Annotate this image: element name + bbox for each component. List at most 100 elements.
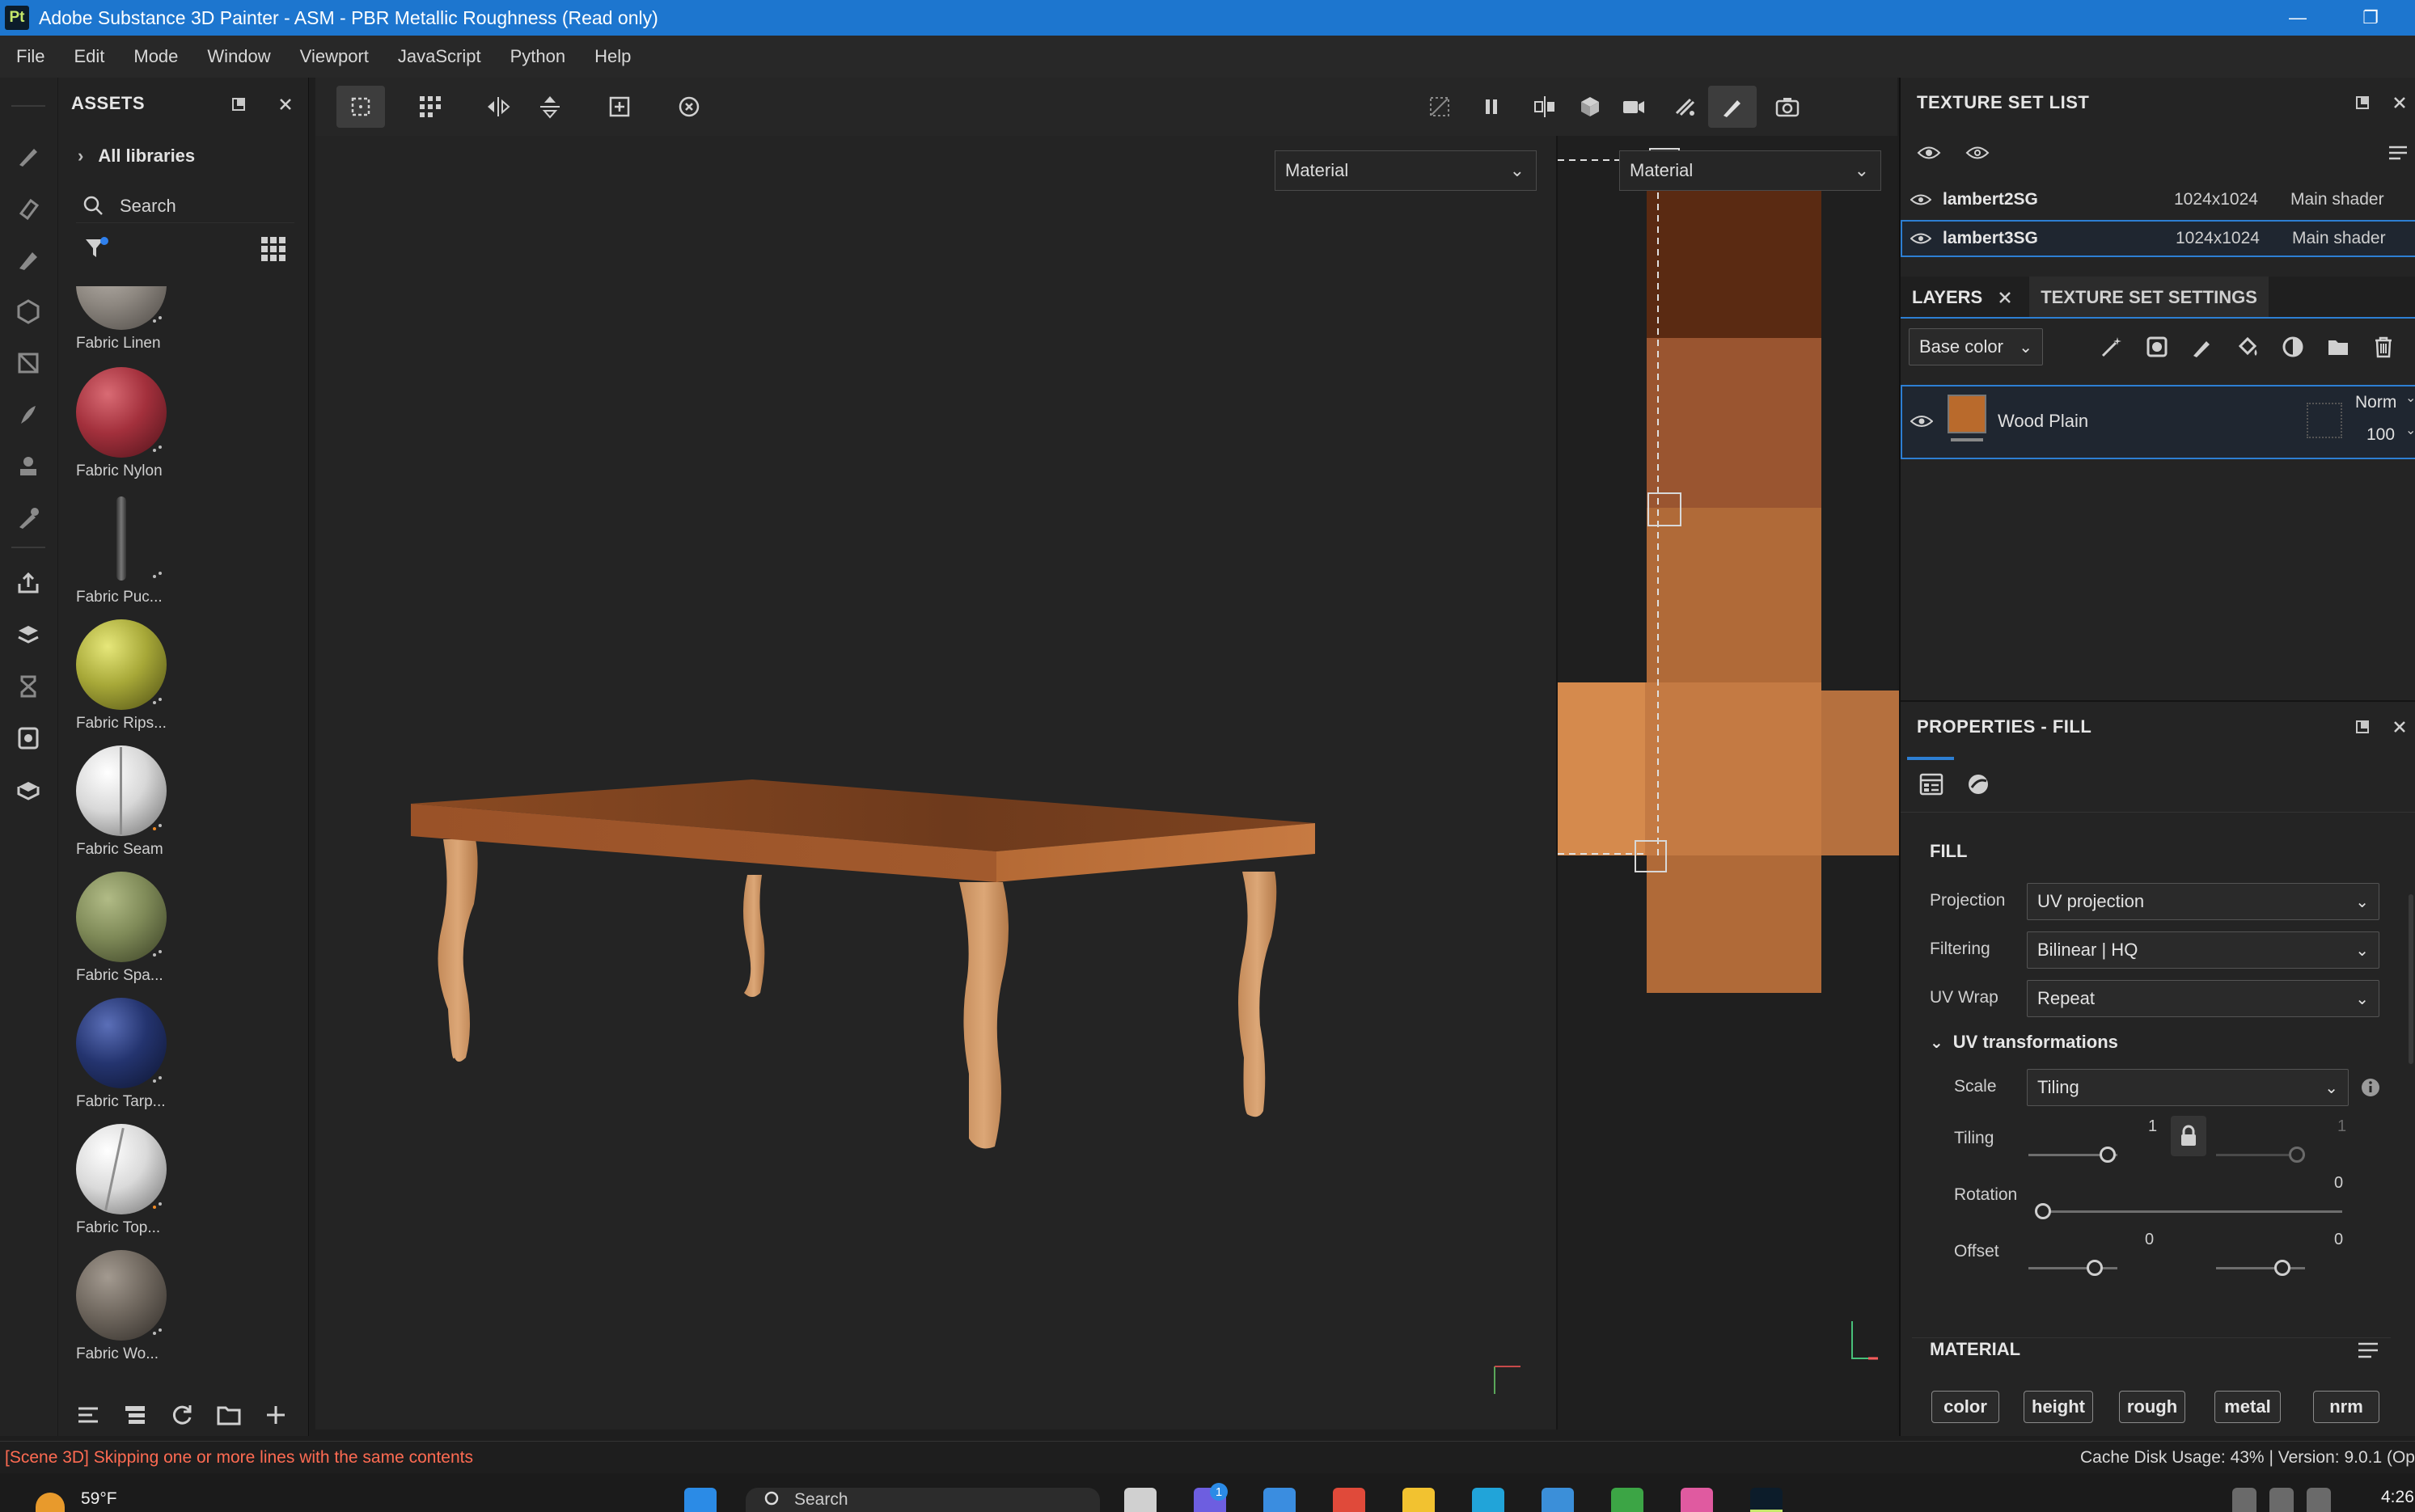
offset-slider-2[interactable]: [2216, 1267, 2305, 1269]
split-view-icon[interactable]: [1520, 86, 1569, 128]
offset-slider-2-thumb[interactable]: [2274, 1260, 2290, 1276]
clone-stamp-tool-icon[interactable]: [11, 450, 45, 484]
viewport-2d[interactable]: Material ⌄: [1556, 136, 1899, 1430]
undock-icon[interactable]: [2349, 89, 2376, 116]
eye-icon[interactable]: [1910, 193, 1931, 206]
close-icon[interactable]: [272, 91, 299, 118]
solo-view-icon[interactable]: [1964, 139, 1991, 167]
taskbar-search-box[interactable]: Search: [746, 1488, 1100, 1512]
geometry-fill-tool-icon[interactable]: [11, 294, 45, 328]
pause-icon[interactable]: [1467, 86, 1516, 128]
tab-texture-set-settings[interactable]: TEXTURE SET SETTINGS: [2029, 277, 2269, 319]
polygon-fill-tool-icon[interactable]: [11, 346, 45, 380]
info-icon[interactable]: [2360, 1077, 2381, 1098]
menu-window[interactable]: Window: [192, 46, 285, 67]
filtering-select[interactable]: Bilinear | HQ ⌄: [2027, 931, 2379, 969]
refresh-icon[interactable]: [168, 1401, 196, 1429]
menu-edit[interactable]: Edit: [59, 46, 119, 67]
undock-icon[interactable]: [2349, 713, 2376, 741]
asset-item[interactable]: Fabric Tarp...: [63, 998, 298, 1124]
symmetry-y-icon[interactable]: [526, 86, 574, 128]
volume-icon[interactable]: [2269, 1488, 2294, 1512]
rotation-slider-thumb[interactable]: [2035, 1203, 2051, 1219]
task-view-icon[interactable]: [1124, 1488, 1157, 1512]
assets-search-input[interactable]: Search: [76, 189, 294, 223]
channel-height-button[interactable]: height: [2024, 1391, 2093, 1423]
asset-item[interactable]: Fabric Top...: [63, 1124, 298, 1250]
add-effect-icon[interactable]: [2098, 333, 2125, 361]
maximize-button[interactable]: ❐: [2342, 0, 2399, 36]
viewer-settings-icon[interactable]: [11, 773, 45, 807]
app-pink-icon[interactable]: [1681, 1488, 1713, 1512]
eye-icon[interactable]: [1910, 232, 1931, 245]
scale-select[interactable]: Tiling ⌄: [2027, 1069, 2349, 1106]
eraser-tool-icon[interactable]: [11, 191, 45, 225]
close-icon[interactable]: [2386, 89, 2413, 116]
network-icon[interactable]: [2232, 1488, 2256, 1512]
channel-rough-button[interactable]: rough: [2119, 1391, 2185, 1423]
properties-scrollbar[interactable]: [2409, 894, 2413, 1064]
asset-item[interactable]: Fabric Seam: [63, 745, 298, 872]
file-explorer-icon[interactable]: [1402, 1488, 1435, 1512]
paint-mode-icon[interactable]: [1708, 86, 1757, 128]
menu-help[interactable]: Help: [580, 46, 645, 67]
delete-layer-icon[interactable]: [2370, 333, 2397, 361]
asset-item[interactable]: Fabric Spa...: [63, 872, 298, 998]
store-icon[interactable]: [1263, 1488, 1296, 1512]
offset-slider-1[interactable]: [2028, 1267, 2117, 1269]
color-picker-tool-icon[interactable]: [11, 501, 45, 535]
lighting-icon[interactable]: [1661, 86, 1710, 128]
layer-blend-mode[interactable]: Norm: [2355, 393, 2396, 412]
channel-select[interactable]: Base color ⌄: [1909, 328, 2043, 365]
symmetry-x-icon[interactable]: [474, 86, 522, 128]
start-button-icon[interactable]: [684, 1488, 717, 1512]
grid-view-icon[interactable]: [259, 234, 288, 264]
add-smart-material-icon[interactable]: [2279, 333, 2307, 361]
app-l-icon[interactable]: [1472, 1488, 1504, 1512]
projection-tool-icon[interactable]: [11, 243, 45, 277]
chrome-icon[interactable]: [1333, 1488, 1365, 1512]
grid-mode-icon[interactable]: [406, 86, 455, 128]
visibility-toggle-icon[interactable]: [1915, 139, 1943, 167]
screenshot-icon[interactable]: [1763, 86, 1812, 128]
menu-file[interactable]: File: [0, 46, 59, 67]
display-settings-icon[interactable]: [11, 721, 45, 755]
substance-painter-taskbar-icon[interactable]: [1750, 1488, 1783, 1512]
tiling-slider-1-thumb[interactable]: [2100, 1147, 2116, 1163]
menu-icon[interactable]: [2357, 1341, 2379, 1360]
add-mask-icon[interactable]: [2143, 333, 2171, 361]
export-icon[interactable]: [11, 566, 45, 600]
properties-settings-tab-icon[interactable]: [1914, 767, 1949, 802]
layer-item[interactable]: Wood Plain Norm ⌄ 100 ⌄: [1901, 385, 2415, 459]
fit-view-icon[interactable]: [595, 86, 644, 128]
render-mode-icon[interactable]: [1566, 86, 1614, 128]
asset-item[interactable]: Fabric Rips...: [63, 619, 298, 745]
reset-camera-icon[interactable]: [665, 86, 713, 128]
add-folder-icon[interactable]: [2324, 333, 2352, 361]
texture-set-row[interactable]: lambert2SG 1024x1024 Main shader: [1901, 181, 2415, 218]
eye-icon[interactable]: [1910, 414, 1933, 429]
offset-slider-1-thumb[interactable]: [2087, 1260, 2103, 1276]
selection-mode-icon[interactable]: [336, 86, 385, 128]
properties-material-tab-icon[interactable]: [1960, 767, 1996, 802]
minimize-button[interactable]: —: [2269, 0, 2326, 36]
lock-ratio-button[interactable]: [2171, 1116, 2206, 1156]
close-icon[interactable]: [1997, 289, 2013, 306]
channel-metal-button[interactable]: metal: [2214, 1391, 2281, 1423]
group-view-icon[interactable]: [121, 1401, 149, 1429]
undock-icon[interactable]: [225, 91, 252, 118]
new-folder-icon[interactable]: [215, 1401, 243, 1429]
minecraft-icon[interactable]: [1611, 1488, 1643, 1512]
add-icon[interactable]: [262, 1401, 290, 1429]
bake-mesh-icon[interactable]: [11, 618, 45, 652]
all-libraries-item[interactable]: › All libraries: [78, 146, 195, 167]
tiling-slider-2-thumb[interactable]: [2289, 1147, 2305, 1163]
viewport-3d[interactable]: Material ⌄: [315, 136, 1556, 1430]
hide-overlay-icon[interactable]: [1415, 86, 1464, 128]
filter-icon[interactable]: [82, 234, 112, 264]
add-paint-layer-icon[interactable]: [2189, 333, 2216, 361]
channel-nrm-button[interactable]: nrm: [2313, 1391, 2379, 1423]
rotation-slider[interactable]: [2043, 1210, 2342, 1213]
menu-icon[interactable]: [2384, 139, 2412, 167]
asset-item[interactable]: Fabric Wo...: [63, 1250, 298, 1376]
